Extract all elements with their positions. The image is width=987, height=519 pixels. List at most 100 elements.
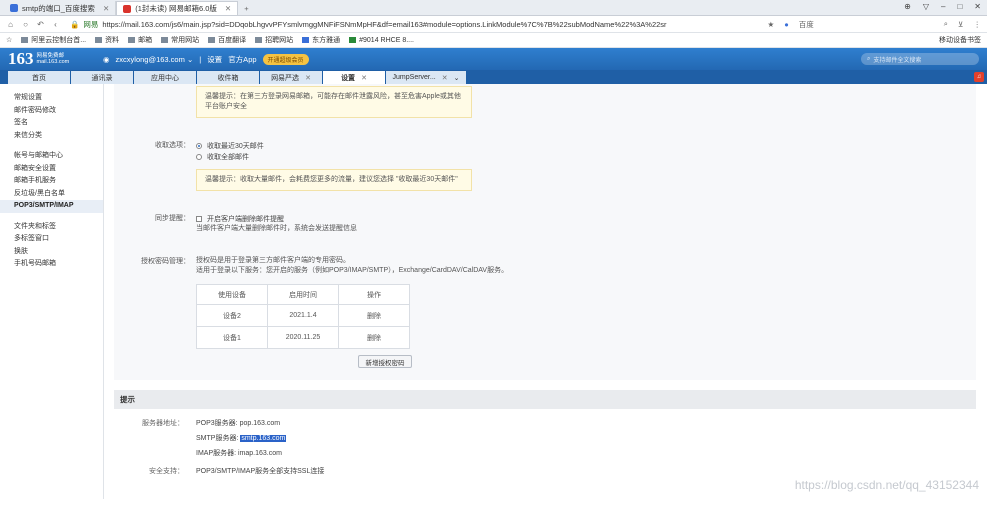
auth-row: 授权密码管理： 授权码是用于登录第三方邮件客户端的专用密码。 适用于登录以下服务… [114, 240, 976, 374]
menu-icon[interactable]: ⊕ [904, 2, 911, 11]
sidebar-item-filters[interactable]: 来信分类 [0, 130, 103, 143]
close-tab-icon[interactable]: ✕ [103, 4, 109, 13]
tab-home[interactable]: 首页 [8, 71, 70, 84]
mail-logo[interactable]: 163 网易免费邮 mail.163.com [8, 49, 103, 69]
info-label: 安全支持： [149, 467, 184, 475]
bookmark-item[interactable]: 资料 [95, 35, 119, 45]
sidebar-item-multi-tab[interactable]: 多标签窗口 [0, 233, 103, 246]
app-link[interactable]: 官方App [228, 54, 256, 65]
sidebar-item-antispam[interactable]: 反垃圾/黑白名单 [0, 188, 103, 201]
logo-text: 网易免费邮 mail.163.com [37, 53, 70, 65]
refresh-icon[interactable]: ○ [21, 20, 30, 29]
bookmark-item[interactable]: 东方雅通 [302, 35, 340, 45]
delete-link[interactable]: 删除 [338, 326, 410, 349]
checkbox[interactable] [196, 215, 202, 222]
option-label: 开启客户端删除邮件提醒 [207, 215, 284, 223]
sidebar-item-password[interactable]: 邮件密码修改 [0, 105, 103, 118]
tab-app-center[interactable]: 应用中心 [134, 71, 196, 84]
close-window-icon[interactable]: ✕ [974, 2, 981, 11]
url-input[interactable]: 🔒 网易 https://mail.163.com/js6/main.jsp?s… [66, 18, 762, 31]
table-header-row: 使用设备 启用时间 操作 [196, 284, 410, 305]
tab-settings[interactable]: 设置 ✕ [323, 71, 385, 84]
browser-tab-baidu[interactable]: smtp的端口_百度搜索 ✕ [4, 1, 117, 15]
receive-option-30days[interactable]: 收取最近30天邮件 [196, 140, 976, 151]
star-icon[interactable]: ★ [768, 20, 775, 29]
folder-icon [208, 37, 216, 43]
tab-label: 首页 [32, 74, 46, 82]
maximize-icon[interactable]: □ [957, 2, 962, 11]
tab-jumpserver[interactable]: JumpServer... ✕ ⌄ [386, 71, 466, 84]
table-cell: 设备2 [196, 304, 268, 327]
close-icon[interactable]: ✕ [305, 74, 311, 82]
bookmark-item[interactable]: 阿里云控制台首... [21, 35, 86, 45]
sidebar-item-security[interactable]: 邮箱安全设置 [0, 163, 103, 176]
option-label: 收取全部邮件 [207, 153, 249, 161]
sidebar-item-general[interactable]: 常规设置 [0, 92, 103, 105]
bookmark-item[interactable]: 邮箱 [128, 35, 152, 45]
smtp-value: SMTP服务器: smtp.163.com [196, 433, 287, 443]
baidu-favicon-icon [10, 4, 18, 12]
mobile-bookmarks[interactable]: 移动设备书签 [936, 35, 981, 45]
browser-tab-mail[interactable]: (1封未读) 网易邮箱6.0版 ✕ [116, 1, 239, 15]
search-icon[interactable]: ⌕ [944, 19, 948, 29]
search-engine-icon[interactable]: ● [784, 20, 789, 29]
undo-icon[interactable]: ↶ [36, 20, 45, 29]
watermark: https://blog.csdn.net/qq_43152344 [794, 478, 979, 492]
settings-link[interactable]: 设置 [207, 54, 222, 65]
bookmark-item[interactable]: 百度翻译 [208, 35, 246, 45]
new-auth-code-button[interactable]: 新增授权密码 [358, 355, 412, 368]
new-tab-button[interactable]: + [238, 1, 254, 15]
search-engine-label[interactable]: 百度 [799, 19, 814, 30]
section-title: 提示 [114, 390, 976, 409]
sidebar-item-folders[interactable]: 文件夹和标签 [0, 221, 103, 234]
radio-icon[interactable] [196, 153, 202, 160]
bookmark-item[interactable]: 常用网站 [161, 35, 199, 45]
mail-search-input[interactable]: ⌕ 支持邮件全文搜索 [861, 53, 979, 65]
sync-option[interactable]: 开启客户端删除邮件提醒 [196, 213, 976, 224]
browser-tools: ★ ● 百度 ⌕ ⊻ ⋮ [768, 19, 981, 30]
table-row: 设备1 2020.11.25 删除 [196, 326, 410, 349]
sidebar-item-skin[interactable]: 换肤 [0, 246, 103, 259]
bookmark-star-icon[interactable]: ☆ [6, 36, 12, 44]
chevron-down-icon[interactable]: ⌄ [454, 74, 460, 82]
tip-line: 平台账户安全 [205, 103, 247, 110]
sidebar-item-account-center[interactable]: 帐号与邮箱中心 [0, 150, 103, 163]
radio-icon[interactable] [196, 142, 202, 149]
smtp-host-selected[interactable]: smtp.163.com [240, 434, 287, 442]
shield-icon[interactable]: ▽ [923, 2, 929, 11]
window-controls: ⊕ ▽ – □ ✕ [904, 2, 981, 11]
browser-tab-label: (1封未读) 网易邮箱6.0版 [135, 4, 217, 13]
sidebar-item-pop3[interactable]: POP3/SMTP/IMAP [0, 200, 103, 213]
home-icon[interactable]: ⌂ [6, 20, 15, 29]
tab-contacts[interactable]: 通讯录 [71, 71, 133, 84]
back-icon[interactable]: ‹ [51, 20, 60, 29]
more-icon[interactable]: ⋮ [974, 20, 982, 29]
receive-row: 收取选项： 收取最近30天邮件 收取全部邮件 温馨提示：收取大量邮件，会耗费您更… [114, 124, 976, 197]
sidebar-item-signature[interactable]: 签名 [0, 117, 103, 130]
bookmark-item[interactable]: #9014 RHCE 8.... [349, 37, 414, 44]
sidebar-item-phone-mailbox[interactable]: 手机号码邮箱 [0, 258, 103, 271]
receive-option-all[interactable]: 收取全部邮件 [196, 151, 976, 162]
tab-inbox[interactable]: 收件箱 [197, 71, 259, 84]
delete-link[interactable]: 删除 [338, 304, 410, 327]
account-dropdown[interactable]: zxcxylong@163.com ⌄ [116, 55, 194, 64]
close-tab-icon[interactable]: ✕ [225, 4, 231, 13]
vip-button[interactable]: 开通超级会员 [262, 53, 309, 65]
info-label: 服务器地址： [142, 419, 184, 427]
bookmark-item[interactable]: 招聘网站 [255, 35, 293, 45]
sync-label: 同步提醒： [155, 215, 190, 222]
mail-favicon-icon [123, 4, 132, 13]
close-icon[interactable]: ✕ [361, 74, 367, 82]
minimize-icon[interactable]: – [941, 2, 945, 11]
settings-sidebar: 常规设置 邮件密码修改 签名 来信分类 帐号与邮箱中心 邮箱安全设置 邮箱手机服… [0, 84, 104, 499]
sidebar-item-mobile-service[interactable]: 邮箱手机服务 [0, 175, 103, 188]
tip-line: 温馨提示：在第三方登录网易邮箱，可能存在邮件泄露风险，甚至危害Apple或其他 [205, 93, 461, 100]
cart-icon[interactable]: ⊻ [958, 20, 964, 29]
tab-yanxuan[interactable]: 网易严选 ✕ [260, 71, 322, 84]
close-icon[interactable]: ✕ [442, 74, 448, 82]
logo-line2: mail.163.com [36, 59, 70, 65]
table-cell: 2021.1.4 [267, 304, 339, 327]
divider: | [199, 54, 202, 64]
music-icon[interactable]: ♫ [974, 72, 984, 82]
tip-ctrl: 温馨提示：在第三方登录网易邮箱，可能存在邮件泄露风险，甚至危害Apple或其他 … [196, 86, 976, 118]
